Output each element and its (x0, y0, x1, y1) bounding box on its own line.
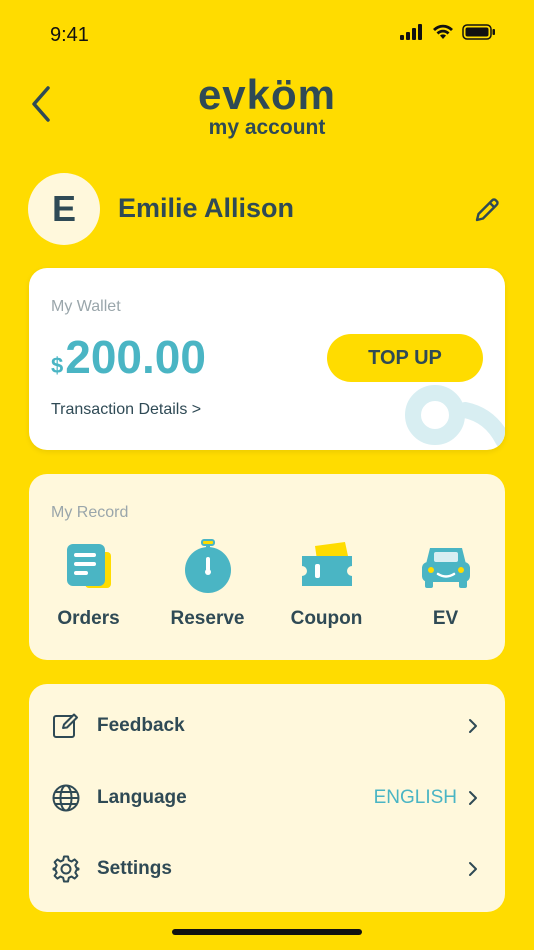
globe-icon (52, 784, 80, 812)
wallet-balance: $ 200.00 (51, 330, 206, 384)
wifi-icon (433, 24, 453, 39)
balance-amount: 200.00 (65, 331, 206, 383)
car-icon (421, 548, 470, 588)
wallet-decoration (405, 385, 505, 448)
record-card: My Record Orders Reserve Coupon EV (29, 474, 505, 660)
menu-item-label: Language (97, 787, 187, 808)
record-label: My Record (51, 504, 129, 521)
record-item-label: Reserve (170, 608, 245, 629)
record-item-label: Orders (57, 608, 120, 629)
menu-item-label: Feedback (97, 715, 185, 736)
record-item-reserve[interactable]: Reserve (148, 538, 267, 630)
chevron-right-icon (469, 862, 477, 876)
stopwatch-icon (184, 539, 231, 593)
menu-item-feedback[interactable]: Feedback (29, 696, 505, 756)
record-item-label: Coupon (290, 608, 363, 629)
profile-name: Emilie Allison (118, 193, 295, 223)
record-item-coupon[interactable]: Coupon (267, 538, 386, 630)
menu-item-language[interactable]: Language ENGLISH (29, 768, 505, 828)
record-item-orders[interactable]: Orders (29, 538, 148, 630)
chevron-right-icon (469, 719, 477, 733)
edit-profile-button[interactable] (472, 195, 502, 225)
menu-item-settings[interactable]: Settings (29, 839, 505, 899)
status-icons (400, 24, 496, 40)
coupon-icon (301, 542, 352, 586)
transaction-details-link[interactable]: Transaction Details > (51, 401, 201, 419)
menu-card: Feedback Language ENGLISH Settings (29, 684, 505, 912)
header: evköm my account (0, 70, 534, 150)
record-item-ev[interactable]: EV (386, 538, 505, 630)
record-item-label: EV (432, 608, 459, 629)
avatar[interactable]: E (28, 173, 100, 245)
record-items: Orders Reserve Coupon EV (29, 538, 505, 630)
wallet-label: My Wallet (51, 298, 121, 315)
orders-icon (66, 544, 111, 588)
page-title: my account (208, 116, 326, 139)
menu-item-label: Settings (97, 858, 172, 879)
feedback-icon (53, 713, 78, 738)
app-logo: evköm (197, 71, 337, 118)
top-up-button[interactable]: TOP UP (327, 334, 483, 382)
language-value: ENGLISH (373, 787, 457, 808)
currency-symbol: $ (51, 353, 64, 378)
signal-icon (400, 24, 422, 40)
profile-section: E Emilie Allison (28, 173, 506, 245)
battery-icon (462, 24, 495, 40)
pencil-icon (475, 198, 499, 222)
chevron-right-icon (469, 791, 477, 805)
gear-icon (52, 855, 80, 883)
status-time: 9:41 (50, 24, 89, 46)
status-bar: 9:41 (0, 0, 534, 70)
wallet-card: My Wallet $ 200.00 Transaction Details >… (29, 268, 505, 450)
home-indicator[interactable] (172, 929, 362, 935)
